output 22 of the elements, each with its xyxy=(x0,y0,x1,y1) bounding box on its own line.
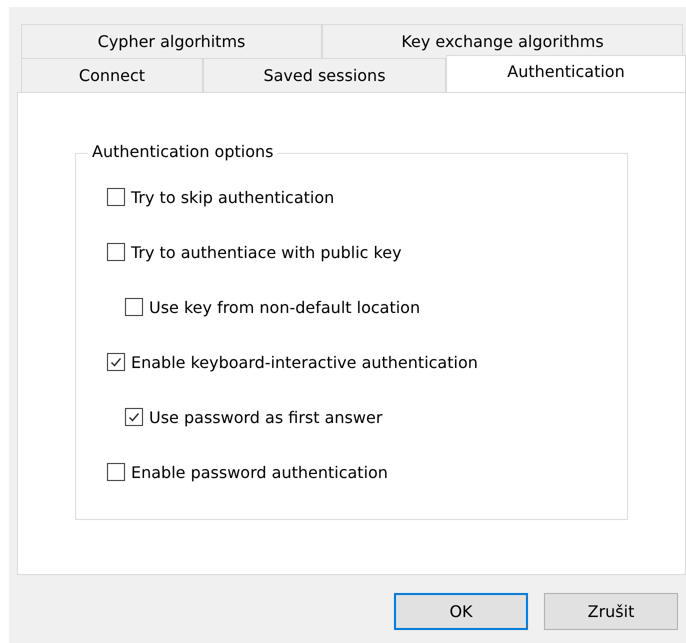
group-title: Authentication options xyxy=(88,142,278,161)
checkmark-icon xyxy=(127,410,141,424)
checkbox[interactable] xyxy=(107,353,125,371)
checkbox-label[interactable]: Use key from non-default location xyxy=(149,298,420,316)
checkbox-label[interactable]: Enable keyboard-interactive authentication xyxy=(131,352,478,372)
dialog-button[interactable]: Zrušit xyxy=(544,593,678,630)
checkbox-label[interactable]: Enable password authentication xyxy=(131,462,388,482)
checkbox[interactable] xyxy=(107,188,125,206)
tab[interactable]: Cypher algorhitms xyxy=(21,24,322,58)
tab[interactable]: Authentication xyxy=(446,55,686,92)
checkbox-label[interactable]: Use password as first answer xyxy=(149,408,382,426)
checkmark-icon xyxy=(109,355,123,369)
checkbox-label[interactable]: Try to skip authentication xyxy=(131,188,334,206)
checkbox[interactable] xyxy=(107,243,125,261)
tab[interactable]: Key exchange algorithms xyxy=(322,24,683,58)
tab[interactable]: Connect xyxy=(21,58,203,92)
checkbox[interactable] xyxy=(125,298,143,316)
checkbox[interactable] xyxy=(107,463,125,481)
tab[interactable]: Saved sessions xyxy=(203,58,446,92)
checkbox[interactable] xyxy=(125,408,143,426)
dialog-button[interactable]: OK xyxy=(394,593,528,630)
checkbox-label[interactable]: Try to authentiace with public key xyxy=(131,242,402,262)
